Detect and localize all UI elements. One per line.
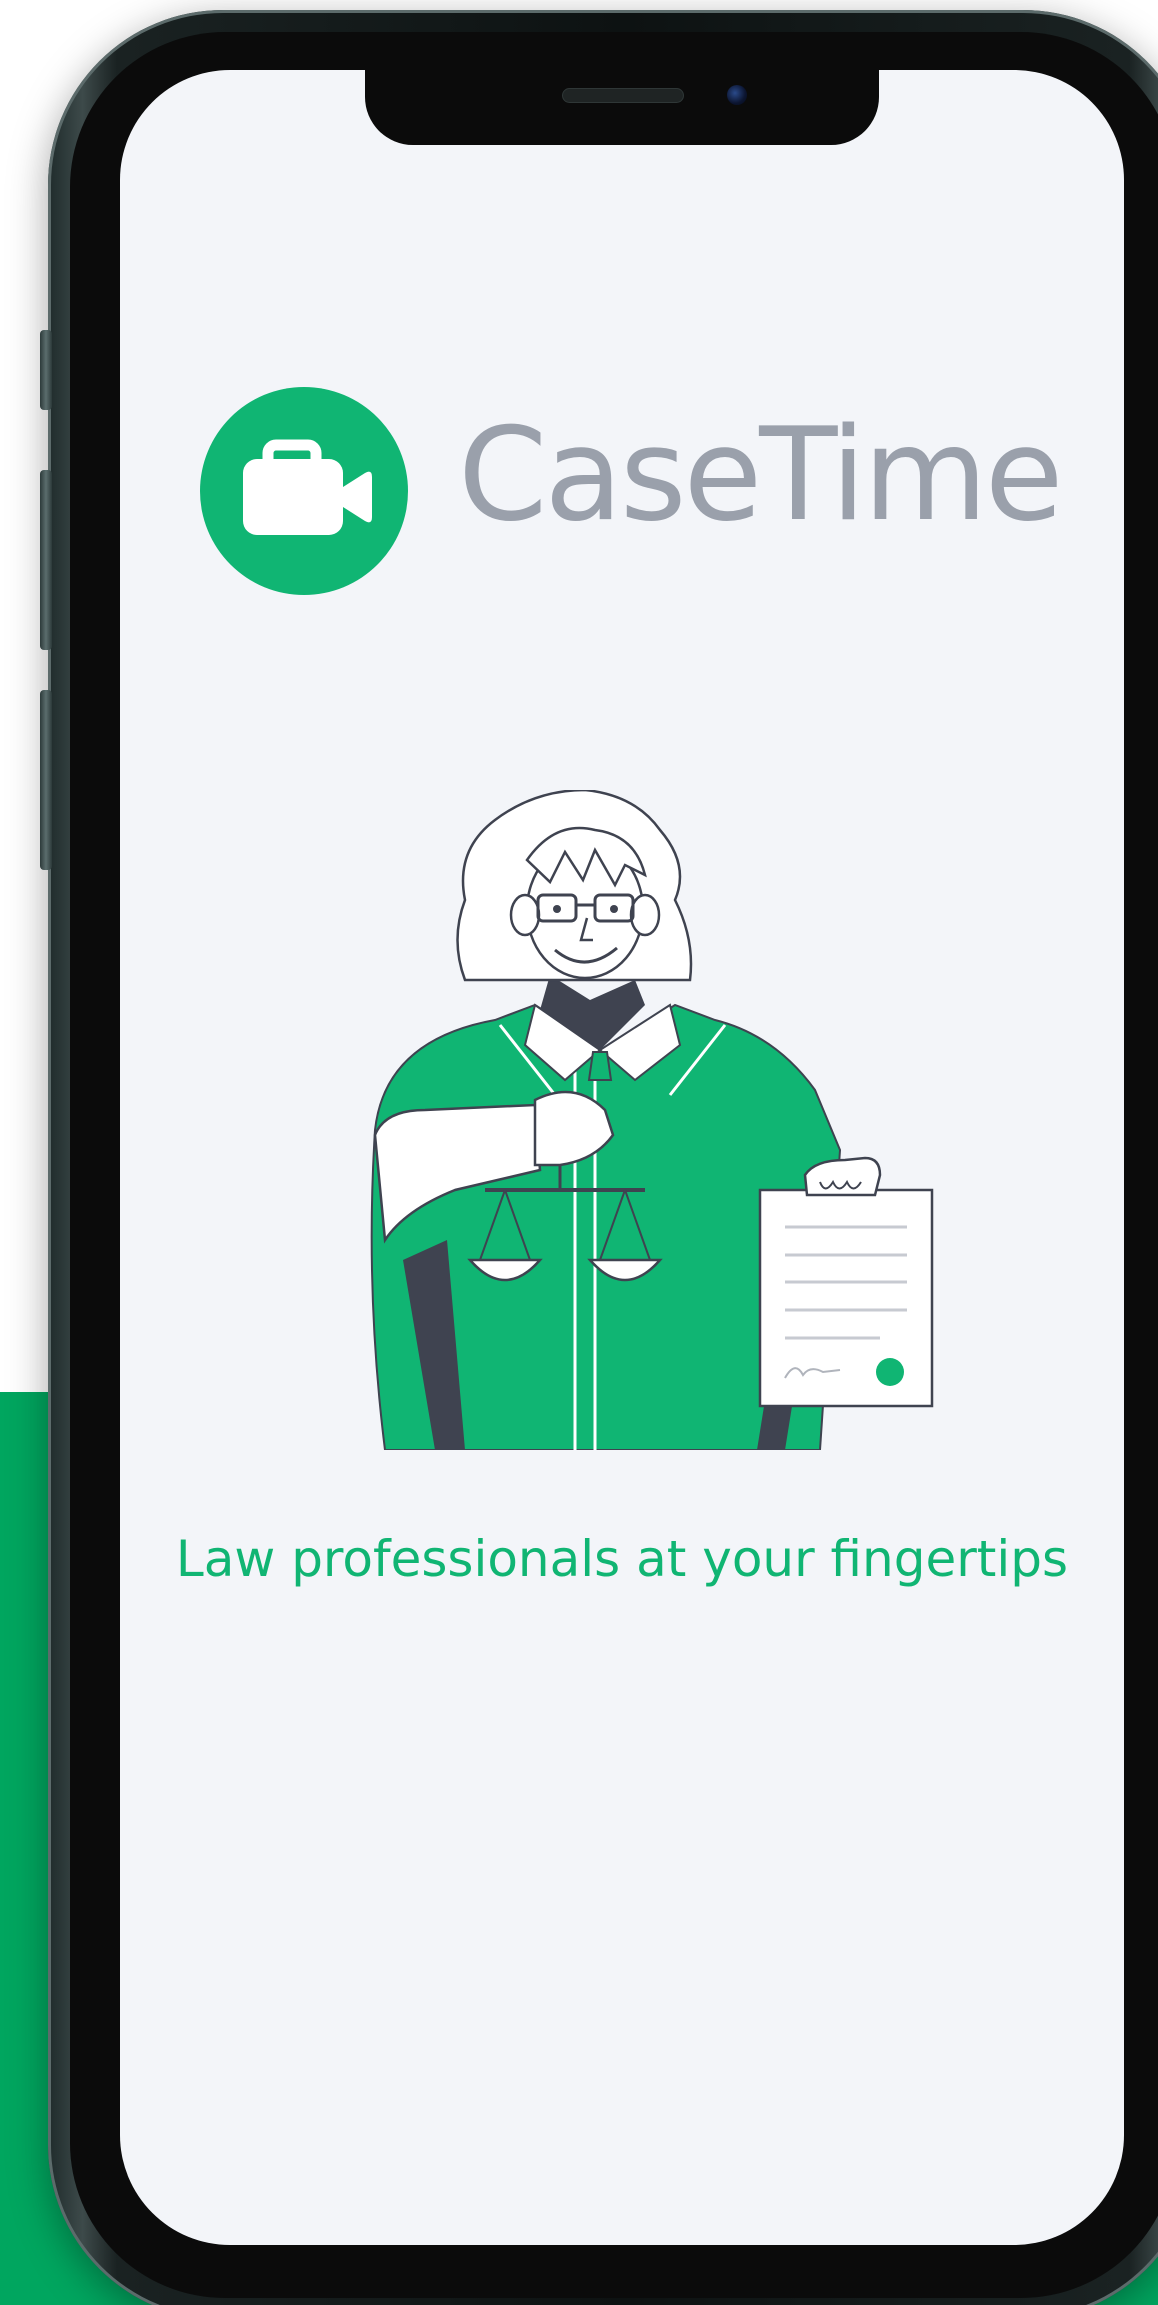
tagline-text: Law professionals at your fingertips [175, 1530, 1069, 1588]
phone-silent-switch [40, 330, 52, 410]
brand-wordmark: CaseTime [458, 401, 1063, 550]
front-camera [727, 85, 747, 105]
video-camera-icon [243, 439, 372, 535]
app-screen: CaseTime Law professionals at your finge… [120, 70, 1124, 2245]
phone-notch [365, 70, 879, 145]
speaker-grille [562, 88, 684, 103]
phone-volume-up-button [40, 470, 52, 650]
lawyer-illustration [370, 790, 934, 1450]
phone-volume-down-button [40, 690, 52, 870]
mockup-stage: CaseTime Law professionals at your finge… [0, 0, 1158, 2305]
app-logo [200, 387, 408, 595]
